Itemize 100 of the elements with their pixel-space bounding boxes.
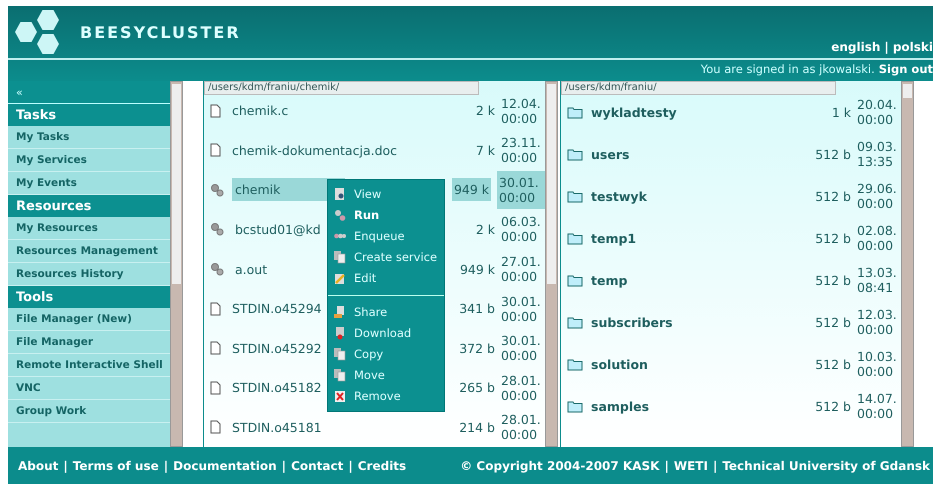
file-size: 1 k [832, 104, 851, 120]
pages-icon [334, 348, 346, 361]
pencil-page-icon [334, 272, 346, 285]
copyright-text: Technical University of Gdansk [722, 458, 930, 472]
file-date: 29.06. 00:00 [857, 181, 898, 211]
file-size: 2 k [476, 103, 496, 118]
file-size: 341 b [459, 301, 495, 316]
folder-name: temp1 [591, 230, 638, 246]
section-header: Tools [8, 286, 170, 308]
separator: | [348, 458, 353, 472]
file-size: 512 b [815, 398, 851, 414]
download-page-icon [334, 327, 346, 340]
pages-icon [334, 251, 346, 264]
file-size: 512 b [815, 356, 851, 372]
menu-item[interactable]: Download [328, 323, 444, 344]
file-date: 12.03. 00:00 [857, 307, 898, 337]
folder-icon [567, 315, 583, 329]
file-date: 30.01. 00:00 [497, 170, 546, 209]
file-size: 7 k [476, 142, 495, 158]
footer-link[interactable]: About [18, 458, 58, 472]
section-header: Tasks [8, 104, 170, 126]
folder-icon [567, 399, 583, 413]
folder-icon [567, 357, 583, 371]
folder-name: solution [591, 356, 649, 372]
file-size: 265 b [459, 380, 495, 396]
footer-link[interactable]: Contact [291, 458, 344, 472]
separator: | [282, 458, 286, 472]
file-date: 23.11. 00:00 [501, 135, 542, 166]
folder-icon [567, 231, 583, 245]
file-date: 30.01. 00:00 [501, 333, 542, 364]
menu-item[interactable]: Create service [328, 247, 444, 268]
section-header: Resources [8, 195, 170, 217]
menu-item[interactable]: Run [328, 205, 444, 226]
file-icon [210, 143, 221, 158]
file-date: 28.01. 00:00 [501, 372, 542, 403]
separator: | [712, 458, 718, 472]
separator: | [884, 40, 889, 54]
file-date: 10.03. 00:00 [857, 349, 898, 379]
file-date: 13.03. 08:41 [857, 265, 898, 295]
file-date: 14.07. 00:00 [857, 391, 898, 421]
menu-item[interactable]: Enqueue [328, 226, 444, 247]
folder-name: testwyk [591, 188, 648, 204]
footer-link[interactable]: Credits [358, 458, 406, 472]
folder-name: samples [591, 398, 650, 414]
delete-icon [334, 390, 346, 403]
file-icon [210, 302, 221, 316]
folder-icon [567, 273, 583, 287]
menu-item[interactable]: Move [328, 365, 444, 386]
file-size: 949 k [460, 262, 496, 277]
separator: | [164, 458, 168, 472]
page-icon [334, 188, 346, 201]
pages-icon [334, 369, 346, 382]
separator: | [63, 458, 68, 472]
footer-link[interactable]: Documentation [173, 458, 277, 472]
file-size: 372 b [459, 340, 495, 356]
file-date: 06.03. 00:00 [501, 214, 542, 244]
scrollbar[interactable] [170, 81, 183, 447]
folder-name: wykladtesty [591, 104, 678, 120]
copyright-text: WETI [674, 458, 708, 472]
menu-item[interactable]: Share [328, 302, 444, 323]
file-icon [210, 380, 221, 395]
file-date: 09.03. 13:35 [857, 139, 898, 169]
folder-icon [567, 105, 583, 119]
file-name[interactable]: STDIN.o45181 [229, 416, 348, 439]
file-icon [210, 341, 221, 356]
folder-name: subscribers [591, 314, 674, 330]
folder-name: temp [591, 272, 628, 288]
copyright-text: © Copyright 2004-2007 KASK [460, 458, 660, 472]
share-page-icon [334, 306, 346, 319]
file-icon [210, 104, 221, 118]
menu-item[interactable]: Edit [328, 268, 444, 289]
file-name[interactable]: chemik-dokumentacja.doc [229, 138, 400, 162]
file-size: 512 b [815, 188, 851, 204]
menu-item[interactable]: Copy [328, 344, 444, 365]
file-size: 512 b [815, 272, 851, 288]
collapse-button[interactable]: « [8, 81, 170, 104]
file-date: 12.04. 00:00 [501, 96, 542, 126]
path-field: /users/kdm/franiu/chemik/ [204, 81, 479, 95]
file-date: 27.01. 00:00 [501, 254, 542, 284]
file-size: 512 b [815, 230, 851, 246]
path-field: /users/kdm/franiu/ [561, 81, 836, 95]
folder-icon [567, 147, 583, 161]
menu-item[interactable]: Remove [328, 386, 444, 407]
file-date: 30.01. 00:00 [501, 294, 542, 324]
language-link[interactable]: polski [892, 40, 933, 54]
scrollbar[interactable] [901, 81, 914, 447]
file-name[interactable]: chemik.c [229, 99, 356, 122]
language-link[interactable]: english [831, 40, 880, 54]
sign-out-link[interactable]: Sign out [878, 62, 933, 76]
signed-in-text: You are signed in as jkowalski. [700, 62, 875, 76]
footer-link[interactable]: Terms of use [72, 458, 159, 472]
file-icon [210, 420, 221, 434]
file-size: 214 b [459, 420, 495, 435]
folder-name: users [591, 146, 630, 162]
file-size: 512 b [815, 146, 851, 162]
file-size: 949 k [452, 178, 492, 202]
scrollbar[interactable] [545, 81, 558, 447]
file-size: 512 b [815, 314, 851, 330]
site-title: BEESYCLUSTER [80, 22, 241, 42]
folder-icon [567, 189, 583, 203]
